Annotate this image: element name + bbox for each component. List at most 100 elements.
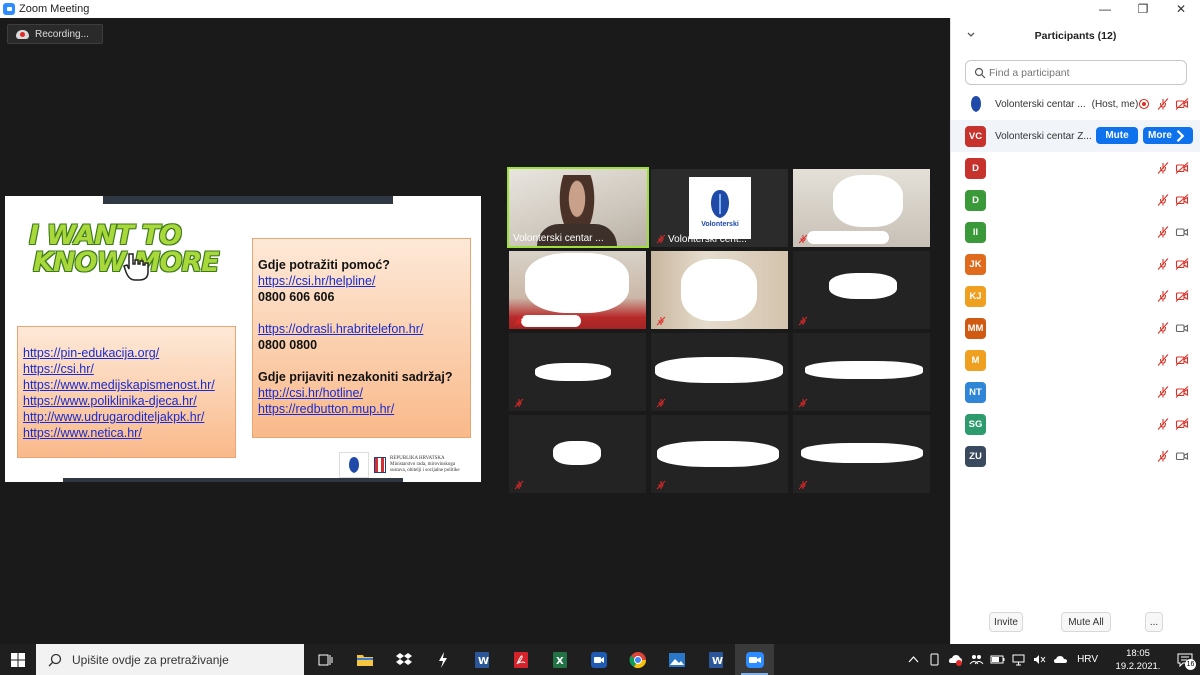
network-icon[interactable] bbox=[1011, 652, 1026, 667]
video-tile[interactable] bbox=[793, 415, 930, 493]
start-button[interactable] bbox=[0, 644, 36, 675]
video-on-icon[interactable] bbox=[1175, 449, 1189, 463]
zoom-taskbar-icon[interactable] bbox=[579, 644, 618, 675]
video-tile[interactable] bbox=[651, 333, 788, 411]
video-tile[interactable] bbox=[793, 251, 930, 329]
recording-indicator[interactable]: Recording... bbox=[7, 24, 103, 44]
muted-mic-icon[interactable] bbox=[1156, 225, 1170, 239]
recording-label: Recording... bbox=[35, 28, 89, 40]
close-icon[interactable]: ✕ bbox=[1162, 0, 1200, 18]
link-pin-edukacija[interactable]: https://pin-edukacija.org/ bbox=[23, 345, 235, 361]
more-participant-button[interactable]: More bbox=[1143, 127, 1193, 144]
link-netica[interactable]: https://www.netica.hr/ bbox=[23, 425, 235, 441]
zoom-meeting-taskbar-icon[interactable] bbox=[735, 644, 774, 675]
video-tile-host[interactable]: Volonterski centar ... bbox=[507, 167, 649, 248]
maximize-icon[interactable]: ❐ bbox=[1124, 0, 1162, 18]
help-link-2[interactable]: https://odrasli.hrabritelefon.hr/ bbox=[258, 321, 470, 337]
dropbox-icon[interactable] bbox=[384, 644, 423, 675]
device-icon[interactable] bbox=[927, 652, 942, 667]
video-tile[interactable] bbox=[793, 169, 930, 247]
more-options-button[interactable]: ... bbox=[1145, 612, 1163, 632]
participant-row[interactable]: SG bbox=[951, 408, 1200, 440]
muted-mic-icon[interactable] bbox=[1156, 417, 1170, 431]
video-on-icon[interactable] bbox=[1175, 225, 1189, 239]
video-off-icon[interactable] bbox=[1175, 385, 1189, 399]
video-tile[interactable] bbox=[651, 251, 788, 329]
participant-row[interactable]: ZU bbox=[951, 440, 1200, 472]
video-tile[interactable] bbox=[509, 333, 646, 411]
muted-mic-icon[interactable] bbox=[1156, 321, 1170, 335]
participant-search-input[interactable] bbox=[989, 66, 1179, 79]
video-off-icon[interactable] bbox=[1175, 417, 1189, 431]
link-csi[interactable]: https://csi.hr/ bbox=[23, 361, 235, 377]
muted-mic-icon[interactable] bbox=[1156, 161, 1170, 175]
video-tile-volonterski[interactable]: Volonterski Volonterski cent... bbox=[651, 169, 788, 247]
muted-mic-icon[interactable] bbox=[1156, 353, 1170, 367]
participant-row[interactable]: MM bbox=[951, 312, 1200, 344]
link-poliklinika-djeca[interactable]: https://www.poliklinika-djeca.hr/ bbox=[23, 393, 235, 409]
taskbar-clock[interactable]: 18:05 19.2.2021. bbox=[1106, 647, 1170, 673]
muted-mic-icon[interactable] bbox=[1156, 449, 1170, 463]
lightning-app-icon[interactable] bbox=[423, 644, 462, 675]
mute-all-button[interactable]: Mute All bbox=[1061, 612, 1111, 632]
input-language[interactable]: HRV bbox=[1077, 654, 1098, 665]
resource-links-box: https://pin-edukacija.org/ https://csi.h… bbox=[17, 326, 236, 458]
muted-mic-icon[interactable] bbox=[1156, 289, 1170, 303]
word-icon[interactable]: W bbox=[462, 644, 501, 675]
video-tile-name: Volonterski cent... bbox=[668, 234, 747, 245]
video-off-icon[interactable] bbox=[1175, 161, 1189, 175]
participant-row[interactable]: KJ bbox=[951, 280, 1200, 312]
help-heading: Gdje potražiti pomoć? bbox=[258, 258, 390, 272]
people-icon[interactable] bbox=[969, 652, 984, 667]
video-tile[interactable] bbox=[509, 251, 646, 329]
link-medijskapismenost[interactable]: https://www.medijskapismenost.hr/ bbox=[23, 377, 235, 393]
participant-search[interactable] bbox=[965, 60, 1187, 85]
video-tile[interactable] bbox=[651, 415, 788, 493]
search-icon bbox=[974, 67, 986, 78]
video-off-icon[interactable] bbox=[1175, 353, 1189, 367]
muted-mic-icon[interactable] bbox=[1156, 97, 1170, 111]
video-off-icon[interactable] bbox=[1175, 289, 1189, 303]
chevron-up-icon[interactable] bbox=[906, 652, 921, 667]
taskbar-search[interactable]: Upišite ovdje za pretraživanje bbox=[36, 644, 304, 675]
video-on-icon[interactable] bbox=[1175, 321, 1189, 335]
mute-participant-button[interactable]: Mute bbox=[1096, 127, 1138, 144]
excel-icon[interactable]: X bbox=[540, 644, 579, 675]
cloud-sync-icon[interactable] bbox=[948, 652, 963, 667]
onedrive-icon[interactable] bbox=[1053, 652, 1068, 667]
participant-row[interactable]: NT bbox=[951, 376, 1200, 408]
battery-icon[interactable] bbox=[990, 652, 1005, 667]
word-document-icon[interactable]: W bbox=[696, 644, 735, 675]
video-tile[interactable] bbox=[509, 415, 646, 493]
muted-mic-icon[interactable] bbox=[1156, 385, 1170, 399]
participant-status-icons bbox=[1156, 193, 1189, 207]
file-explorer-icon[interactable] bbox=[345, 644, 384, 675]
participant-row[interactable]: Volonterski centar ... (Host, me) bbox=[951, 88, 1200, 120]
link-udrugaroditeljakpk[interactable]: http://www.udrugaroditeljakpk.hr/ bbox=[23, 409, 235, 425]
volume-muted-icon[interactable] bbox=[1032, 652, 1047, 667]
help-link-1[interactable]: https://csi.hr/helpline/ bbox=[258, 273, 470, 289]
chrome-icon[interactable] bbox=[618, 644, 657, 675]
muted-mic-icon[interactable] bbox=[1156, 193, 1170, 207]
acrobat-icon[interactable] bbox=[501, 644, 540, 675]
report-link-2[interactable]: https://redbutton.mup.hr/ bbox=[258, 401, 470, 417]
video-off-icon[interactable] bbox=[1175, 257, 1189, 271]
task-view-icon[interactable] bbox=[306, 644, 345, 675]
participant-row[interactable]: JK bbox=[951, 248, 1200, 280]
participant-row[interactable]: D bbox=[951, 152, 1200, 184]
video-off-icon[interactable] bbox=[1175, 193, 1189, 207]
participant-avatar bbox=[965, 93, 986, 115]
participant-row[interactable]: M bbox=[951, 344, 1200, 376]
participant-row[interactable]: II bbox=[951, 216, 1200, 248]
participant-row[interactable]: VC Volonterski centar Z... Mute More bbox=[951, 120, 1200, 152]
chevron-down-icon[interactable] bbox=[965, 29, 977, 41]
photos-icon[interactable] bbox=[657, 644, 696, 675]
muted-mic-icon[interactable] bbox=[1156, 257, 1170, 271]
video-tile[interactable] bbox=[793, 333, 930, 411]
participant-row[interactable]: D bbox=[951, 184, 1200, 216]
minimize-icon[interactable]: — bbox=[1086, 0, 1124, 18]
invite-button[interactable]: Invite bbox=[989, 612, 1023, 632]
report-link-1[interactable]: http://csi.hr/hotline/ bbox=[258, 385, 470, 401]
notification-center-icon[interactable]: 16 bbox=[1170, 644, 1200, 675]
video-off-icon[interactable] bbox=[1175, 97, 1189, 111]
